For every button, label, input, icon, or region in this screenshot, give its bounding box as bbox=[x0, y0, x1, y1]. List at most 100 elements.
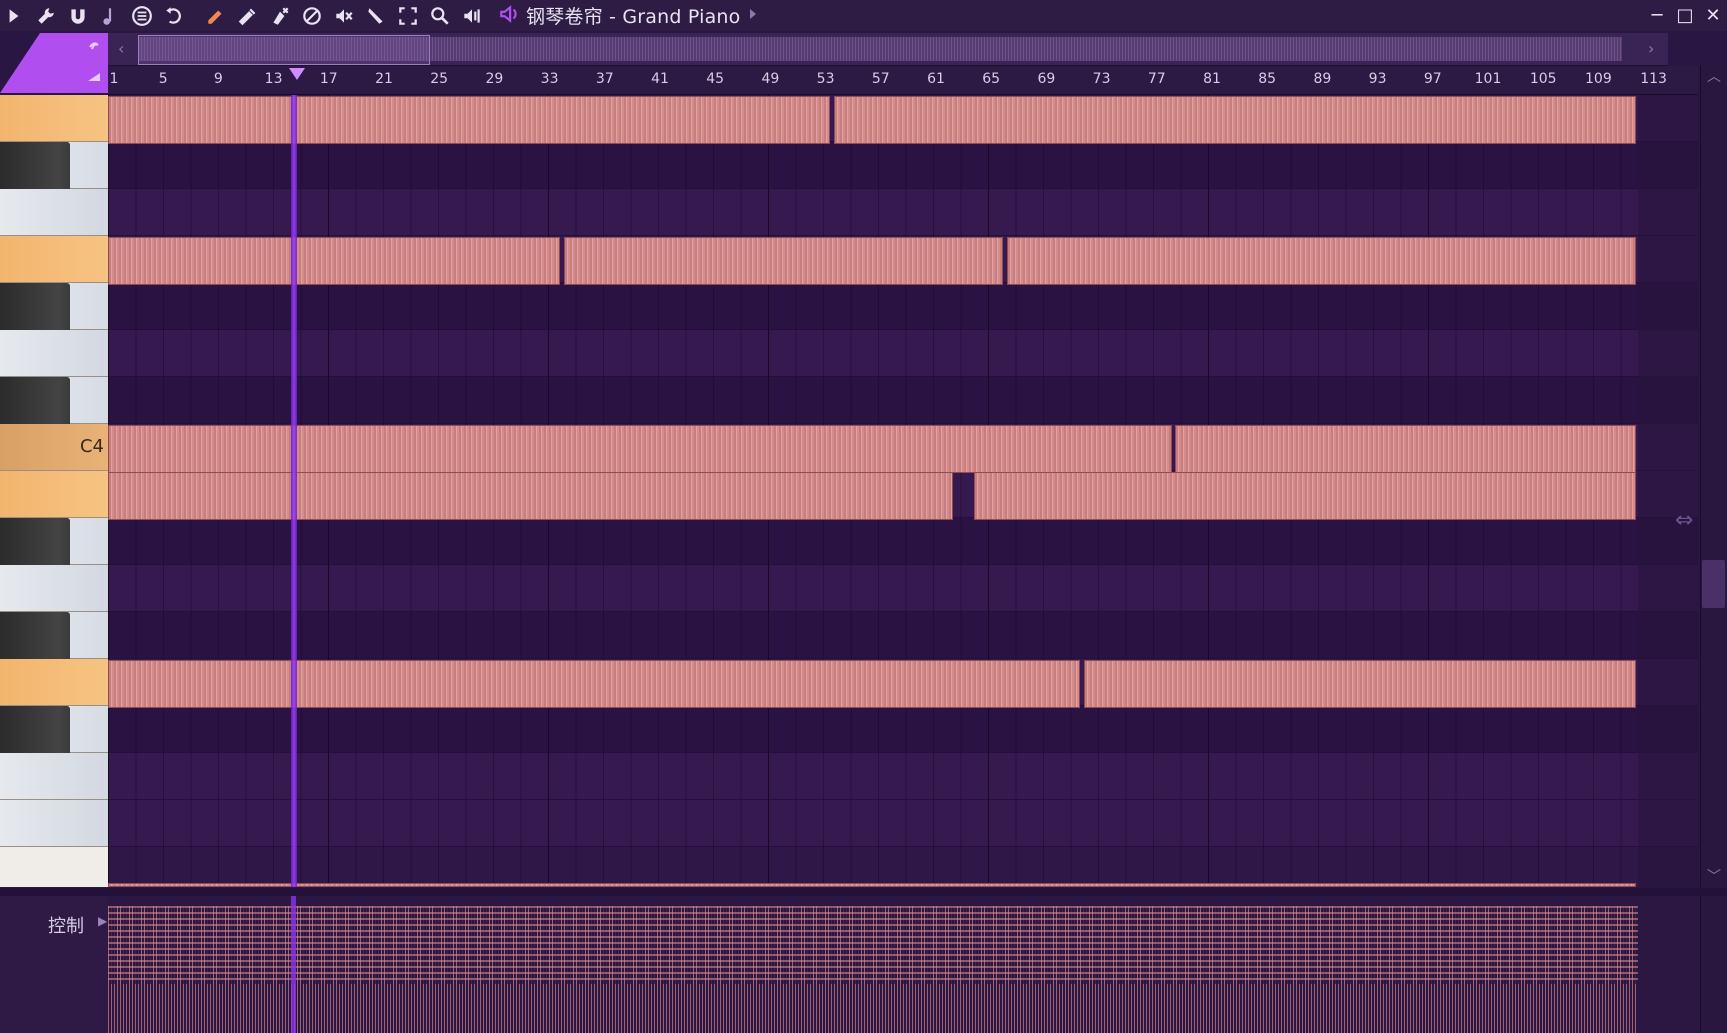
bar-number: 69 bbox=[1037, 71, 1056, 87]
resize-handle-icon[interactable]: ⇔ bbox=[1675, 508, 1693, 533]
midi-note[interactable] bbox=[974, 472, 1636, 520]
midi-note[interactable] bbox=[108, 472, 953, 520]
bar-number: 89 bbox=[1313, 71, 1332, 87]
piano-key-black[interactable] bbox=[0, 377, 70, 427]
midi-note[interactable] bbox=[108, 883, 1636, 887]
zoom-tool-icon[interactable] bbox=[426, 2, 454, 30]
midi-note[interactable] bbox=[108, 425, 1172, 473]
bar-number: 13 bbox=[264, 71, 283, 87]
piano-keyboard[interactable]: C4 bbox=[0, 95, 108, 887]
bar-number: 21 bbox=[375, 71, 393, 87]
bar-number: 9 bbox=[213, 71, 223, 87]
control-lane-scrollbar[interactable] bbox=[1700, 896, 1727, 1033]
mute-tool-icon[interactable] bbox=[298, 2, 326, 30]
piano-key-white[interactable] bbox=[0, 471, 108, 518]
bar-number: 17 bbox=[319, 71, 338, 87]
magnet-icon[interactable] bbox=[64, 2, 92, 30]
piano-key-black[interactable] bbox=[0, 612, 70, 662]
note-icon[interactable] bbox=[96, 2, 124, 30]
midi-note[interactable] bbox=[1175, 425, 1636, 473]
piano-key-white[interactable] bbox=[0, 236, 108, 283]
menu-circle-icon[interactable] bbox=[128, 2, 156, 30]
bar-number: 85 bbox=[1258, 71, 1277, 87]
piano-key-black[interactable] bbox=[0, 283, 70, 333]
paint-tool-icon[interactable] bbox=[234, 2, 262, 30]
minimize-button[interactable]: ─ bbox=[1643, 2, 1671, 30]
bar-number: 101 bbox=[1474, 71, 1502, 87]
piano-key-black[interactable] bbox=[0, 706, 70, 756]
channel-title[interactable]: 钢琴卷帘 - Grand Piano bbox=[498, 2, 758, 29]
select-tool-icon[interactable] bbox=[394, 2, 422, 30]
title-arrow-icon[interactable] bbox=[748, 6, 758, 25]
piano-key-black[interactable] bbox=[0, 142, 70, 192]
piano-key-white[interactable] bbox=[0, 659, 108, 706]
bar-number: 1 bbox=[109, 71, 119, 87]
bar-number: 5 bbox=[158, 71, 168, 87]
undo-icon[interactable] bbox=[160, 2, 188, 30]
maximize-button[interactable]: □ bbox=[1671, 2, 1699, 30]
piano-key-white[interactable] bbox=[0, 565, 108, 612]
play-menu-arrow-icon[interactable] bbox=[0, 2, 28, 30]
tool-corner-tab[interactable] bbox=[0, 33, 108, 93]
piano-key-white[interactable] bbox=[0, 753, 108, 800]
bar-number: 45 bbox=[706, 71, 725, 87]
control-playhead-line bbox=[291, 896, 296, 1033]
bar-number: 65 bbox=[982, 71, 1001, 87]
midi-note[interactable] bbox=[108, 660, 1080, 708]
vertical-scroll-thumb[interactable] bbox=[1702, 560, 1725, 608]
overview-viewport[interactable] bbox=[138, 35, 430, 65]
piano-key-white[interactable] bbox=[0, 800, 108, 847]
piano-key-white[interactable] bbox=[0, 189, 108, 236]
playhead-line bbox=[291, 95, 297, 887]
bar-number: 33 bbox=[540, 71, 559, 87]
velocity-heads bbox=[108, 904, 1638, 984]
midi-note[interactable] bbox=[108, 96, 830, 144]
control-lane-arrow-icon[interactable]: ▶ bbox=[98, 914, 107, 928]
scroll-down-icon[interactable]: ﹀ bbox=[1707, 866, 1721, 886]
bar-number: 37 bbox=[595, 71, 614, 87]
bar-number: 105 bbox=[1529, 71, 1557, 87]
bar-ruler[interactable]: 1 5 9 13 17 21 25 29 33 37 41 45 49 53 57 61 65 69 73 77 81 8… bbox=[108, 66, 1698, 95]
toolbar: 钢琴卷帘 - Grand Piano ─ □ ✕ bbox=[0, 0, 1727, 31]
piano-key-white[interactable] bbox=[0, 330, 108, 377]
midi-note[interactable] bbox=[108, 237, 560, 285]
scroll-left-icon[interactable]: ‹ bbox=[118, 39, 124, 58]
piano-key-black[interactable] bbox=[0, 518, 70, 568]
midi-note[interactable] bbox=[834, 96, 1636, 144]
midi-note[interactable] bbox=[1084, 660, 1636, 708]
bar-number: 97 bbox=[1423, 71, 1442, 87]
piano-key-white[interactable] bbox=[0, 95, 108, 142]
playhead-marker-icon[interactable] bbox=[287, 66, 307, 84]
lane-splitter[interactable] bbox=[0, 888, 1727, 896]
vertical-scrollbar[interactable]: ︿ ﹀ bbox=[1700, 66, 1727, 887]
bar-number: 109 bbox=[1585, 71, 1612, 87]
bar-number: 93 bbox=[1368, 71, 1387, 87]
speaker-mute-icon[interactable] bbox=[330, 2, 358, 30]
scroll-right-icon[interactable]: › bbox=[1648, 39, 1654, 58]
bar-number: 113 bbox=[1640, 71, 1667, 87]
close-button[interactable]: ✕ bbox=[1699, 2, 1727, 30]
pattern-overview[interactable]: ‹ › bbox=[108, 33, 1668, 66]
bar-number: 77 bbox=[1147, 71, 1166, 87]
bar-number: 81 bbox=[1203, 71, 1221, 87]
bar-number: 41 bbox=[651, 71, 669, 87]
speaker-icon bbox=[498, 3, 520, 29]
bar-number: 73 bbox=[1092, 71, 1111, 87]
slice-tool-icon[interactable] bbox=[362, 2, 390, 30]
pencil-tool-icon[interactable] bbox=[202, 2, 230, 30]
midi-note[interactable] bbox=[564, 237, 1003, 285]
playback-tool-icon[interactable] bbox=[458, 2, 486, 30]
wrench-icon[interactable] bbox=[32, 2, 60, 30]
scroll-up-icon[interactable]: ︿ bbox=[1707, 66, 1721, 86]
midi-note[interactable] bbox=[1007, 237, 1636, 285]
note-grid[interactable] bbox=[108, 95, 1698, 887]
bar-number: 61 bbox=[927, 71, 945, 87]
bar-number: 49 bbox=[761, 71, 780, 87]
control-lane-label[interactable]: 控制 bbox=[48, 912, 84, 938]
delete-tool-icon[interactable] bbox=[266, 2, 294, 30]
control-lane[interactable] bbox=[108, 896, 1700, 1033]
title-text: 钢琴卷帘 - Grand Piano bbox=[526, 6, 741, 28]
bar-number: 53 bbox=[816, 71, 835, 87]
c4-label: C4 bbox=[79, 436, 104, 457]
bar-number: 29 bbox=[485, 71, 504, 87]
